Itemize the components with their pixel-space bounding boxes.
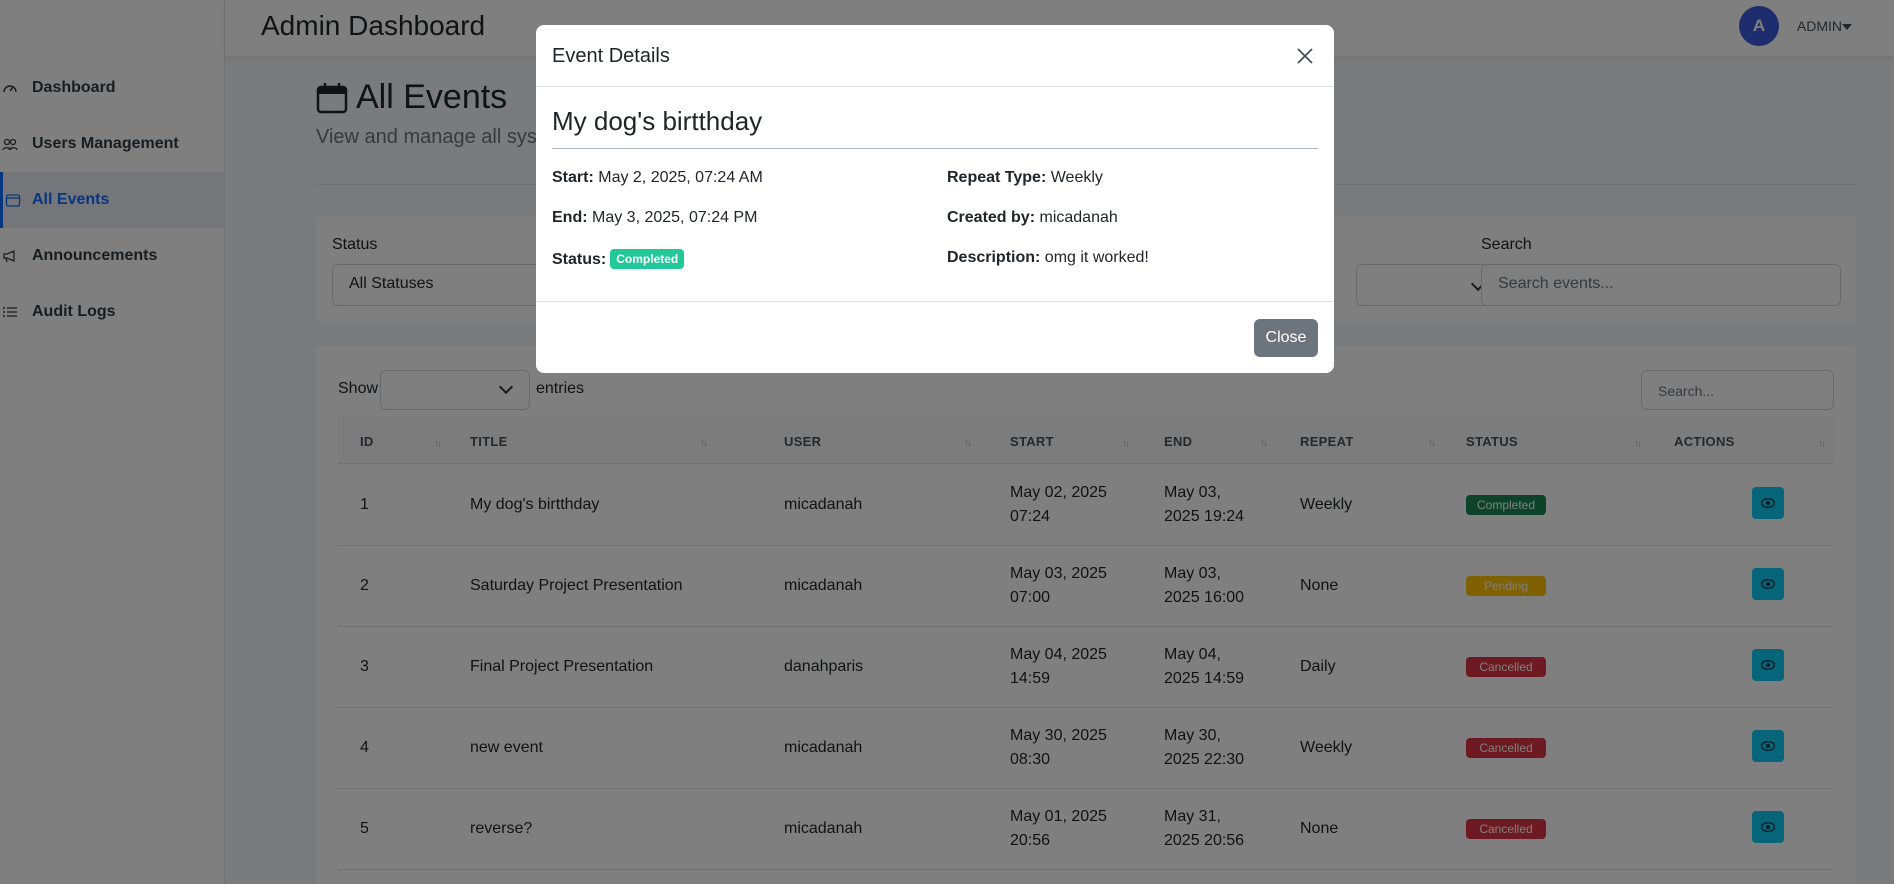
- modal-header: Event Details: [536, 25, 1334, 87]
- event-description: Description: omg it worked!: [947, 249, 1149, 266]
- modal-footer: Close: [536, 301, 1334, 373]
- event-repeat-type: Repeat Type: Weekly: [947, 169, 1103, 186]
- divider: [552, 148, 1318, 149]
- modal-title: Event Details: [552, 45, 670, 67]
- event-start: Start: May 2, 2025, 07:24 AM: [552, 169, 763, 186]
- event-created-by: Created by: micadanah: [947, 209, 1118, 226]
- close-modal-button[interactable]: [1290, 41, 1320, 71]
- event-details-modal: Event Details My dog's birtthday Start: …: [536, 25, 1334, 373]
- event-status: Status: Completed: [552, 249, 685, 269]
- close-icon: [1297, 48, 1313, 64]
- status-badge: Completed: [610, 249, 685, 269]
- event-end: End: May 3, 2025, 07:24 PM: [552, 209, 758, 226]
- close-button[interactable]: Close: [1254, 319, 1318, 357]
- event-title: My dog's birtthday: [552, 106, 763, 136]
